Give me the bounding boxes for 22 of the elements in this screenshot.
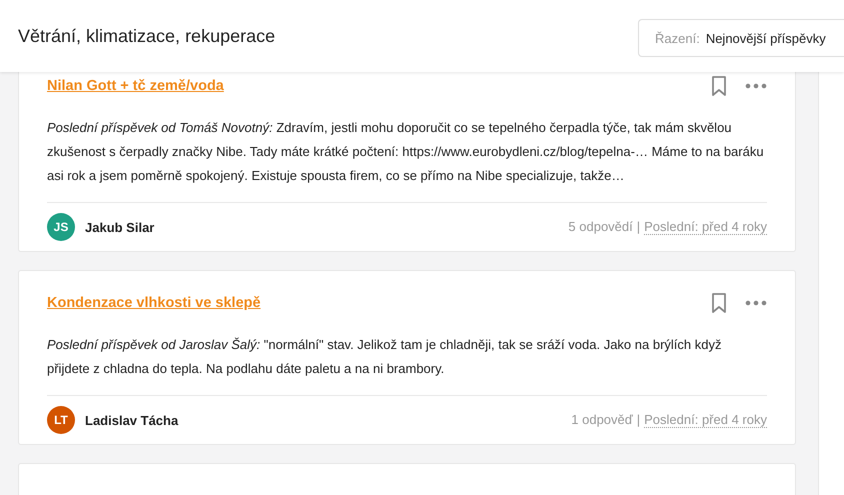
author-avatar: JS <box>47 213 75 241</box>
author-name: Ladislav Tácha <box>85 412 178 428</box>
bookmark-icon[interactable] <box>711 76 727 96</box>
author-name: Jakub Silar <box>85 220 154 234</box>
topic-title-link[interactable]: Kondenzace vlhkosti ve sklepě <box>47 295 261 311</box>
separator: | <box>636 219 640 235</box>
sort-value: Nejnovější příspěvky <box>706 30 826 46</box>
page-title: Větrání, klimatizace, rekuperace <box>18 26 276 46</box>
post-excerpt: Poslední příspěvek od Jaroslav Šalý: "normální" stav. Jelikož tam je chladněji, tak se sráží voda. Jako na brýlích když přijdete z chladna do tepla. Na podlahu dáte paletu a na ni brambory. <box>47 333 767 396</box>
last-post-link[interactable]: Poslední: před 4 roky <box>644 219 767 235</box>
reply-count: 1 odpověď <box>571 412 633 428</box>
last-post-link[interactable]: Poslední: před 4 roky <box>644 412 767 428</box>
topic-title-link[interactable]: Nilan Gott + tč země/voda <box>47 78 224 94</box>
sort-dropdown[interactable]: Řazení: Nejnovější příspěvky <box>638 19 844 57</box>
separator: | <box>636 412 640 428</box>
more-options-icon[interactable] <box>745 83 767 89</box>
bookmark-icon[interactable] <box>711 293 727 313</box>
more-options-icon[interactable] <box>745 300 767 306</box>
reply-count: 5 odpovědí <box>568 219 633 235</box>
post-excerpt: Poslední příspěvek od Tomáš Novotný: Zdravím, jestli mohu doporučit co se tepelného čerpadla týče, tak mám skvělou zkušenost s čerpadly značky Nibe. Tady máte krátké počtení: https://www.eurobydleni.cz/blog/tepelna-… Máme to na baráku asi rok a jsem poměrně spokojený. Existuje spousta firem, co se přímo na Nibe specializuje, takže… <box>47 116 767 203</box>
sort-label: Řazení: <box>655 30 700 46</box>
author-avatar: LT <box>47 406 75 434</box>
